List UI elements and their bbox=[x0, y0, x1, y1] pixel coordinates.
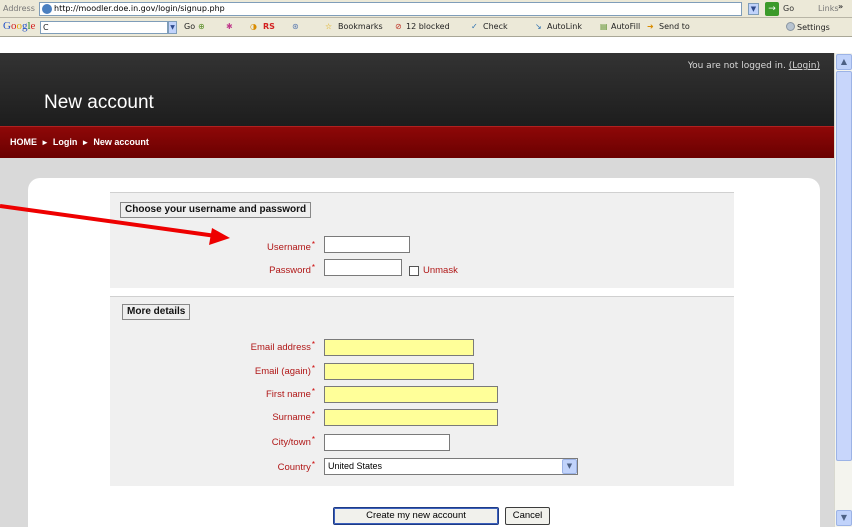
breadcrumb-separator-icon: ► bbox=[41, 138, 49, 147]
tools-icon[interactable]: ✱ bbox=[226, 22, 233, 31]
page-icon bbox=[42, 4, 52, 14]
settings-button[interactable]: Settings bbox=[786, 22, 830, 32]
breadcrumb-login-link[interactable]: Login bbox=[53, 137, 78, 147]
country-selected-value: United States bbox=[328, 461, 383, 471]
city-field[interactable] bbox=[324, 434, 450, 451]
cancel-button[interactable]: Cancel bbox=[505, 507, 550, 525]
scroll-up-icon[interactable]: ▲ bbox=[836, 54, 852, 70]
spellcheck-icon: ✓ bbox=[471, 22, 478, 31]
rs-button[interactable]: RS bbox=[263, 22, 275, 31]
scroll-down-icon[interactable]: ▼ bbox=[836, 510, 852, 526]
firstname-label: First name* bbox=[266, 387, 315, 400]
email-again-field[interactable] bbox=[324, 363, 474, 380]
links-label[interactable]: Links bbox=[818, 4, 839, 13]
address-bar: Address http://moodler.doe.in.gov/login/… bbox=[0, 0, 852, 18]
breadcrumb-current: New account bbox=[93, 137, 149, 147]
username-input[interactable] bbox=[324, 236, 410, 253]
send-to-icon: ➜ bbox=[647, 22, 654, 31]
site-header: You are not logged in. (Login) New accou… bbox=[0, 53, 834, 126]
links-chevron-icon[interactable]: » bbox=[838, 2, 843, 11]
bookmarks-button[interactable]: Bookmarks bbox=[338, 22, 383, 31]
breadcrumb: HOME ► Login ► New account bbox=[0, 126, 834, 158]
popup-blocker-icon: ⊘ bbox=[395, 22, 402, 31]
popup-blocked-count[interactable]: 12 blocked bbox=[406, 22, 450, 31]
go-arrow-icon[interactable]: → bbox=[765, 2, 779, 16]
legend-more-details: More details bbox=[122, 304, 191, 320]
login-info: You are not logged in. (Login) bbox=[688, 61, 820, 71]
scrollbar-thumb[interactable] bbox=[836, 71, 852, 461]
google-go-button[interactable]: Go bbox=[184, 22, 195, 31]
send-to-button[interactable]: Send to bbox=[659, 22, 690, 31]
password-label: Password* bbox=[269, 263, 315, 276]
url-input[interactable]: http://moodler.doe.in.gov/login/signup.p… bbox=[39, 2, 742, 16]
pagerank-icon[interactable]: ◑ bbox=[250, 22, 257, 31]
firstname-field[interactable] bbox=[324, 386, 498, 403]
surname-field[interactable] bbox=[324, 409, 498, 426]
google-logo: Google bbox=[3, 20, 36, 32]
legend-username-password: Choose your username and password bbox=[120, 202, 312, 218]
url-dropdown-icon[interactable]: ▼ bbox=[748, 3, 759, 15]
unmask-checkbox[interactable] bbox=[409, 266, 419, 276]
breadcrumb-separator-icon: ► bbox=[81, 138, 90, 147]
check-button[interactable]: Check bbox=[483, 22, 508, 31]
page-scrollbar[interactable]: ▲ ▼ bbox=[834, 53, 852, 527]
autolink-button[interactable]: AutoLink bbox=[547, 22, 582, 31]
google-toolbar: Google C ▼ Go ⊕ ✱ ◑ RS ⊛ ☆ Bookmarks ⊘ 1… bbox=[0, 18, 852, 37]
unmask-label[interactable]: Unmask bbox=[423, 265, 458, 276]
google-search-input[interactable]: C bbox=[40, 21, 168, 34]
password-input[interactable] bbox=[324, 259, 402, 276]
share-icon[interactable]: ⊛ bbox=[292, 22, 299, 31]
country-dropdown-icon[interactable]: ▼ bbox=[562, 459, 577, 474]
email-label: Email address* bbox=[250, 340, 315, 353]
go-button-label[interactable]: Go bbox=[783, 4, 794, 13]
country-select[interactable]: United States bbox=[324, 458, 578, 475]
autofill-icon: ▤ bbox=[600, 22, 608, 31]
settings-icon bbox=[786, 22, 795, 31]
go-search-icon: ⊕ bbox=[198, 22, 205, 31]
url-text: http://moodler.doe.in.gov/login/signup.p… bbox=[54, 4, 225, 13]
autolink-icon: ↘ bbox=[535, 22, 542, 31]
username-label: Username* bbox=[267, 240, 315, 253]
login-link[interactable]: (Login) bbox=[789, 61, 820, 71]
google-search-dropdown-icon[interactable]: ▼ bbox=[168, 21, 177, 34]
page-title: New account bbox=[44, 92, 154, 113]
surname-label: Surname* bbox=[272, 410, 315, 423]
address-label: Address bbox=[3, 4, 35, 13]
autofill-button[interactable]: AutoFill bbox=[611, 22, 640, 31]
country-label: Country* bbox=[277, 460, 315, 473]
city-label: City/town* bbox=[271, 435, 315, 448]
google-search-text: C bbox=[43, 23, 49, 32]
browser-window: Address http://moodler.doe.in.gov/login/… bbox=[0, 0, 852, 527]
create-account-button[interactable]: Create my new account bbox=[333, 507, 499, 525]
bookmark-star-icon: ☆ bbox=[325, 22, 333, 31]
login-status-text: You are not logged in. bbox=[687, 61, 786, 71]
email-field[interactable] bbox=[324, 339, 474, 356]
breadcrumb-home-link[interactable]: HOME bbox=[10, 137, 37, 147]
email-again-label: Email (again)* bbox=[254, 364, 315, 377]
